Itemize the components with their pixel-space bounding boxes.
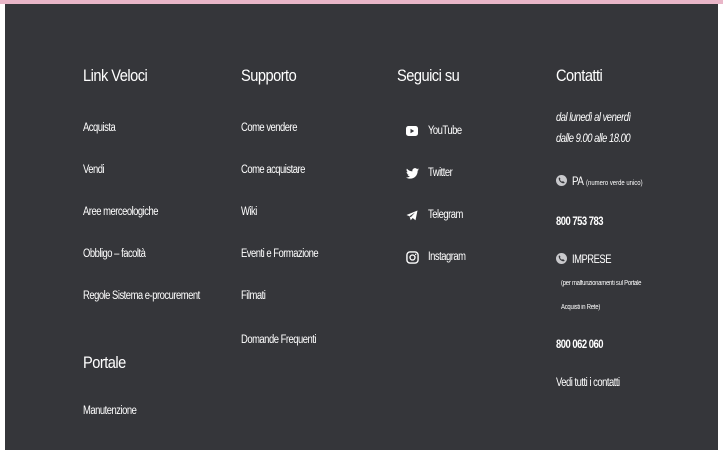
link-domande-frequenti[interactable]: Domande Frequenti (241, 334, 316, 346)
social-instagram-label: Instagram (428, 251, 466, 263)
contacts-heading: Contatti (556, 66, 603, 85)
site-footer: Link Veloci Acquista Vendi Aree merceolo… (5, 4, 718, 450)
support-heading: Supporto (241, 66, 297, 85)
social-youtube[interactable]: YouTube (397, 122, 469, 140)
telegram-icon (405, 208, 419, 222)
link-manutenzione[interactable]: Manutenzione (83, 405, 137, 417)
portale-heading: Portale (83, 353, 126, 372)
imprese-note-line2: Acquisti in Rete) (561, 304, 600, 311)
social-twitter-label: Twitter (428, 167, 453, 179)
pa-note: (numero verde unico) (586, 180, 643, 187)
link-aree-merceologiche[interactable]: Aree merceologiche (83, 206, 159, 218)
link-filmati[interactable]: Filmati (241, 290, 266, 302)
phone-icon (556, 253, 567, 264)
social-twitter[interactable]: Twitter (397, 164, 458, 182)
imprese-label: IMPRESE (572, 254, 612, 266)
all-contacts-link[interactable]: Vedi tutti i contatti (556, 377, 620, 389)
social-instagram[interactable]: Instagram (397, 248, 474, 266)
imprese-phone-number[interactable]: 800 062 060 (556, 339, 604, 351)
pa-row: PA (numero verde unico) (572, 176, 643, 188)
imprese-note-line1: (per malfunzionamenti sul Portale (561, 280, 642, 287)
link-obbligo-facolta[interactable]: Obbligo – facoltà (83, 248, 146, 260)
link-come-vendere[interactable]: Come vendere (241, 122, 297, 134)
contacts-hours-time: dalle 9.00 alle 18.00 (556, 133, 631, 145)
link-regole-sistema[interactable]: Regole Sistema e-procurement (83, 290, 200, 302)
youtube-icon (405, 124, 419, 138)
contacts-hours-days: dal lunedì al venerdì (556, 112, 631, 124)
social-heading: Seguici su (397, 66, 460, 85)
pa-phone-number[interactable]: 800 753 783 (556, 216, 604, 228)
link-eventi-formazione[interactable]: Eventi e Formazione (241, 248, 319, 260)
social-telegram-label: Telegram (428, 209, 463, 221)
quick-links-heading: Link Veloci (83, 66, 148, 85)
phone-icon (556, 175, 567, 186)
pa-label: PA (572, 176, 584, 188)
social-youtube-label: YouTube (428, 125, 462, 137)
link-vendi[interactable]: Vendi (83, 164, 105, 176)
link-acquista[interactable]: Acquista (83, 122, 116, 134)
twitter-icon (405, 166, 419, 180)
link-wiki[interactable]: Wiki (241, 206, 257, 218)
instagram-icon (405, 250, 419, 264)
social-telegram[interactable]: Telegram (397, 206, 471, 224)
link-come-acquistare[interactable]: Come acquistare (241, 164, 305, 176)
